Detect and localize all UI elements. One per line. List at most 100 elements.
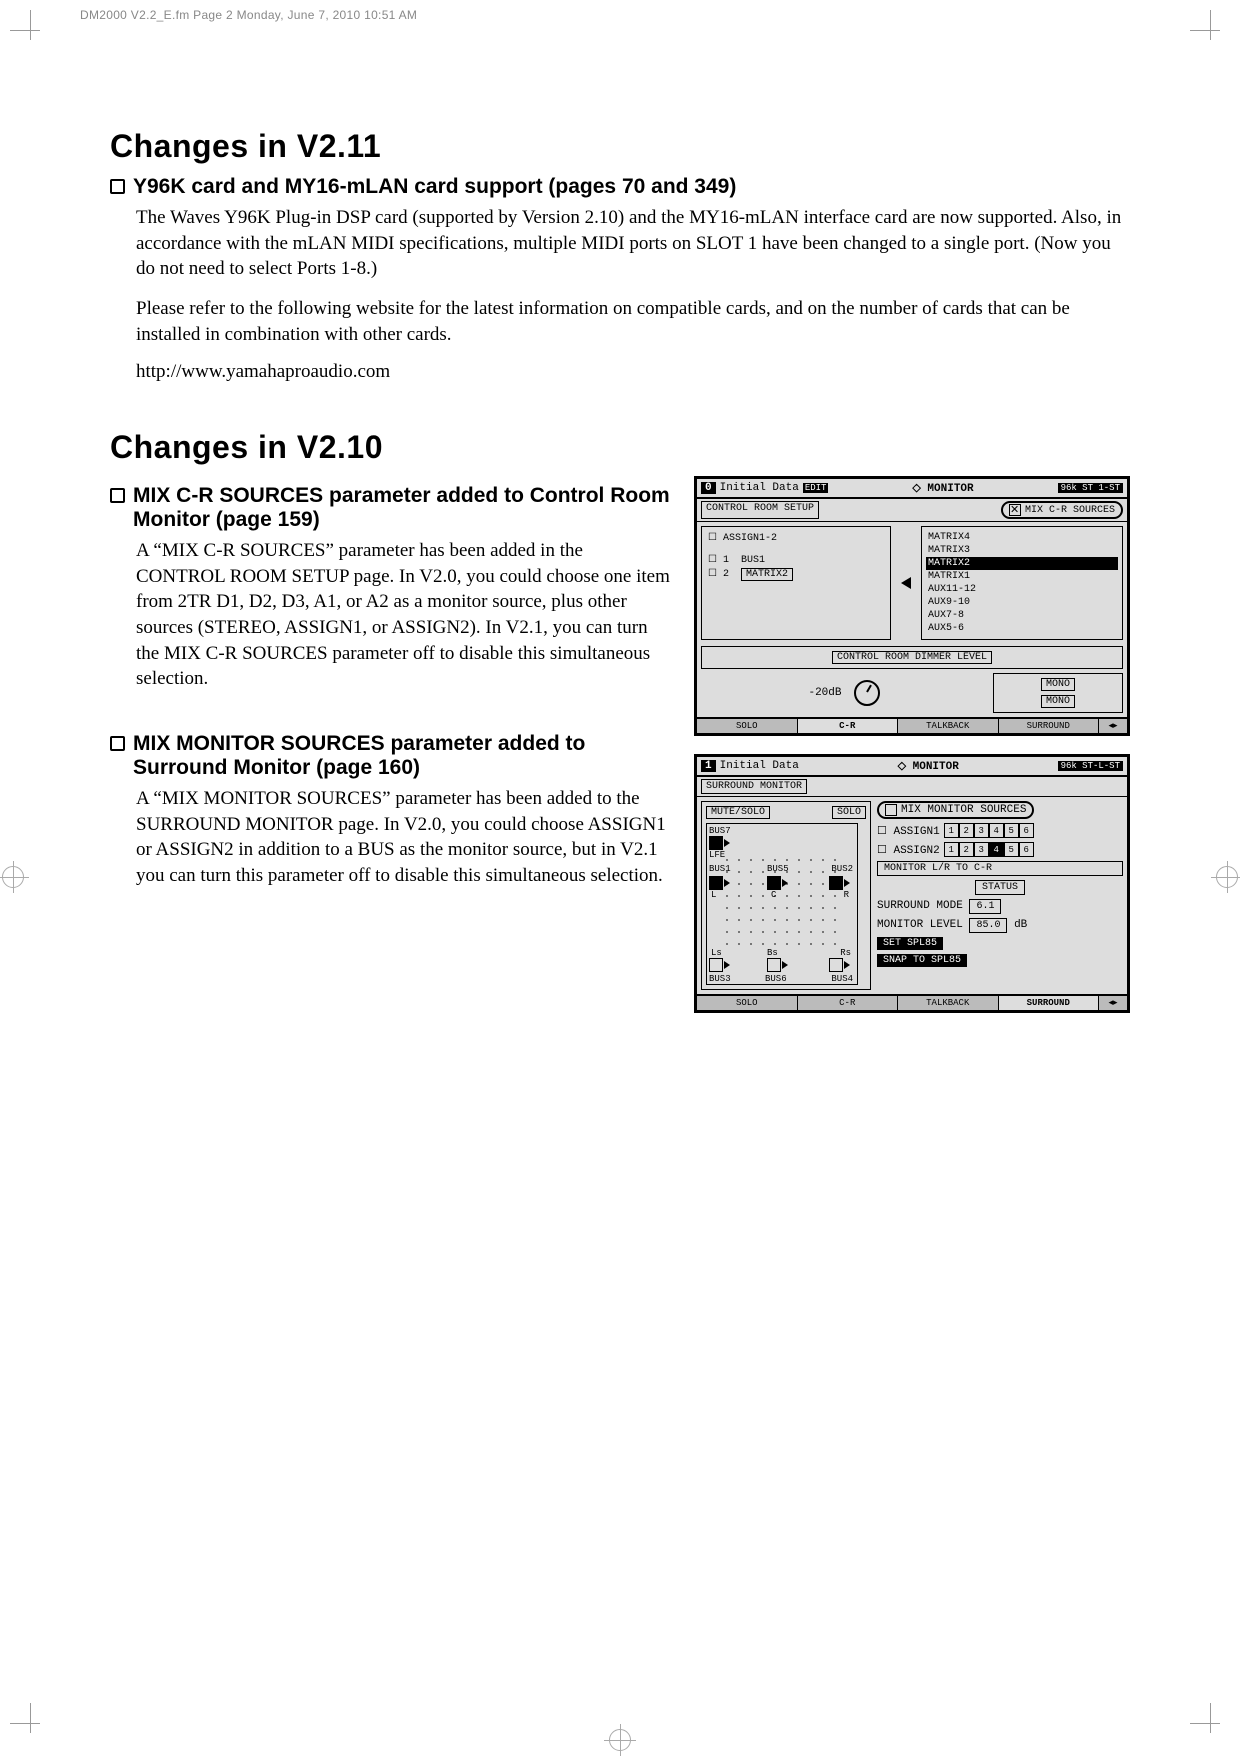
tab-scroll-icon[interactable]: ◂▸: [1099, 996, 1127, 1010]
bullet-icon: [110, 488, 125, 503]
tab-scroll-icon[interactable]: ◂▸: [1099, 719, 1127, 733]
source-list-item[interactable]: AUX5-6: [926, 622, 1118, 635]
label-lfe: LFE: [709, 850, 725, 860]
label-bus4: BUS4: [831, 974, 853, 984]
source-list-item[interactable]: MATRIX3: [926, 544, 1118, 557]
set-spl-button[interactable]: SET SPL85: [877, 937, 943, 950]
assign-number[interactable]: 1: [944, 823, 959, 838]
assign-number[interactable]: 3: [974, 823, 989, 838]
paragraph: Please refer to the following website fo…: [136, 296, 1130, 347]
tab-surround[interactable]: SURROUND: [999, 996, 1100, 1010]
heading-changes-v211: Changes in V2.11: [110, 128, 1130, 165]
dimmer-panel: CONTROL ROOM DIMMER LEVEL: [701, 646, 1123, 669]
running-head: DM2000 V2.2_E.fm Page 2 Monday, June 7, …: [80, 8, 417, 22]
surround-mode-value: 6.1: [969, 899, 1001, 914]
bullet-icon: [110, 179, 125, 194]
label-bus3: BUS3: [709, 974, 731, 984]
page-title-box: CONTROL ROOM SETUP: [701, 501, 819, 519]
speaker-icon[interactable]: [829, 958, 843, 972]
snap-spl-button[interactable]: SNAP TO SPL85: [877, 954, 967, 967]
checkbox-icon: [1009, 504, 1021, 516]
lcd-surround-monitor: 1 Initial Data ◇ MONITOR 96k ST-L-ST SUR…: [694, 754, 1130, 1013]
assign-number[interactable]: 2: [959, 823, 974, 838]
assign-number[interactable]: 4: [989, 842, 1004, 857]
crop-mark-tl: [10, 10, 50, 50]
speaker-icon[interactable]: [767, 876, 781, 890]
monitor-level-value: 85.0: [969, 918, 1007, 933]
speaker-icon[interactable]: [709, 836, 723, 850]
mix-monitor-sources-label: MIX MONITOR SOURCES: [901, 804, 1026, 816]
section-title: MIX C-R SOURCES parameter added to Contr…: [133, 484, 672, 532]
lcd-subhead: SURROUND MONITOR: [697, 777, 1127, 797]
monitor-lr-button[interactable]: MONITOR L/R TO C-R: [877, 861, 1123, 876]
tab-talkback[interactable]: TALKBACK: [898, 996, 999, 1010]
label-bus7: BUS7: [709, 826, 731, 836]
label-Ls: Ls: [711, 948, 722, 958]
source-list-item[interactable]: MATRIX4: [926, 531, 1118, 544]
tab-solo[interactable]: SOLO: [697, 996, 798, 1010]
source-list-item[interactable]: AUX9-10: [926, 596, 1118, 609]
sample-rate-badge: 96k ST 1-ST: [1058, 483, 1123, 493]
mix-monitor-sources-toggle[interactable]: MIX MONITOR SOURCES: [877, 801, 1034, 819]
section-title: Y96K card and MY16-mLAN card support (pa…: [133, 175, 736, 199]
mix-cr-sources-label: MIX C-R SOURCES: [1025, 505, 1115, 516]
speaker-icon[interactable]: [767, 958, 781, 972]
speaker-icon[interactable]: [709, 876, 723, 890]
assign-number[interactable]: 4: [989, 823, 1004, 838]
paragraph: The Waves Y96K Plug-in DSP card (support…: [136, 205, 1130, 282]
section-head-mixmon: MIX MONITOR SOURCES parameter added to S…: [110, 732, 672, 780]
tab-c-r[interactable]: C-R: [798, 996, 899, 1010]
label-Bs: Bs: [767, 948, 778, 958]
lcd-tabs: SOLOC-RTALKBACKSURROUND◂▸: [697, 717, 1127, 733]
dimmer-value: -20dB: [808, 687, 841, 699]
assign-number[interactable]: 3: [974, 842, 989, 857]
assign-number[interactable]: 6: [1019, 823, 1034, 838]
monitor-label: ◇ MONITOR: [832, 481, 1053, 495]
source-list-item[interactable]: AUX7-8: [926, 609, 1118, 622]
registration-mark-bottom: [609, 1729, 631, 1751]
assign1-label: ☐ ASSIGN1: [877, 824, 940, 838]
page-title-box: SURROUND MONITOR: [701, 779, 807, 794]
speaker-icon[interactable]: [709, 958, 723, 972]
assign-number[interactable]: 1: [944, 842, 959, 857]
label-C: C: [771, 890, 776, 900]
edit-badge: EDIT: [803, 483, 829, 493]
tab-c-r[interactable]: C-R: [798, 719, 899, 733]
crop-mark-br: [1190, 1703, 1230, 1743]
assign-number[interactable]: 6: [1019, 842, 1034, 857]
tab-solo[interactable]: SOLO: [697, 719, 798, 733]
assign-row-2[interactable]: ☐ 2 MATRIX2: [706, 567, 886, 582]
dimmer-knob[interactable]: [854, 680, 880, 706]
source-list[interactable]: MATRIX4MATRIX3MATRIX2MATRIX1AUX11-12AUX9…: [921, 526, 1123, 640]
scene-name: Initial Data: [720, 760, 799, 772]
lcd-control-room-setup: 0 Initial Data EDIT ◇ MONITOR 96k ST 1-S…: [694, 476, 1130, 736]
tab-talkback[interactable]: TALKBACK: [898, 719, 999, 733]
assign-number[interactable]: 2: [959, 842, 974, 857]
source-list-item[interactable]: AUX11-12: [926, 583, 1118, 596]
scene-number: 0: [701, 482, 716, 494]
speaker-icon[interactable]: [829, 876, 843, 890]
monitor-level-unit: dB: [1014, 919, 1027, 931]
label-bus2: BUS2: [831, 864, 853, 874]
website-url: http://www.yamahaproaudio.com: [136, 361, 1130, 383]
mix-cr-sources-toggle[interactable]: MIX C-R SOURCES: [1001, 501, 1123, 519]
mute-solo-toggle[interactable]: MUTE/SOLO: [706, 806, 770, 819]
source-list-item[interactable]: MATRIX2: [926, 557, 1118, 570]
tab-surround[interactable]: SURROUND: [999, 719, 1100, 733]
assign-number[interactable]: 5: [1004, 823, 1019, 838]
lcd-titlebar: 1 Initial Data ◇ MONITOR 96k ST-L-ST: [697, 757, 1127, 777]
assign-number[interactable]: 5: [1004, 842, 1019, 857]
lcd-titlebar: 0 Initial Data EDIT ◇ MONITOR 96k ST 1-S…: [697, 479, 1127, 499]
solo-button[interactable]: SOLO: [832, 806, 866, 819]
section-head-y96k: Y96K card and MY16-mLAN card support (pa…: [110, 175, 1130, 199]
assign2-label: ☐ ASSIGN2: [877, 843, 940, 857]
dimmer-label: CONTROL ROOM DIMMER LEVEL: [832, 651, 992, 664]
assign2-numbers[interactable]: 123456: [944, 842, 1034, 857]
assign-row-1[interactable]: ☐ 1 BUS1: [706, 553, 886, 567]
source-list-item[interactable]: MATRIX1: [926, 570, 1118, 583]
crop-mark-bl: [10, 1703, 50, 1743]
scene-number: 1: [701, 760, 716, 772]
section-head-mixcr: MIX C-R SOURCES parameter added to Contr…: [110, 484, 672, 532]
mono-button[interactable]: MONO: [1041, 695, 1075, 708]
surround-mode-label: SURROUND MODE: [877, 900, 963, 912]
